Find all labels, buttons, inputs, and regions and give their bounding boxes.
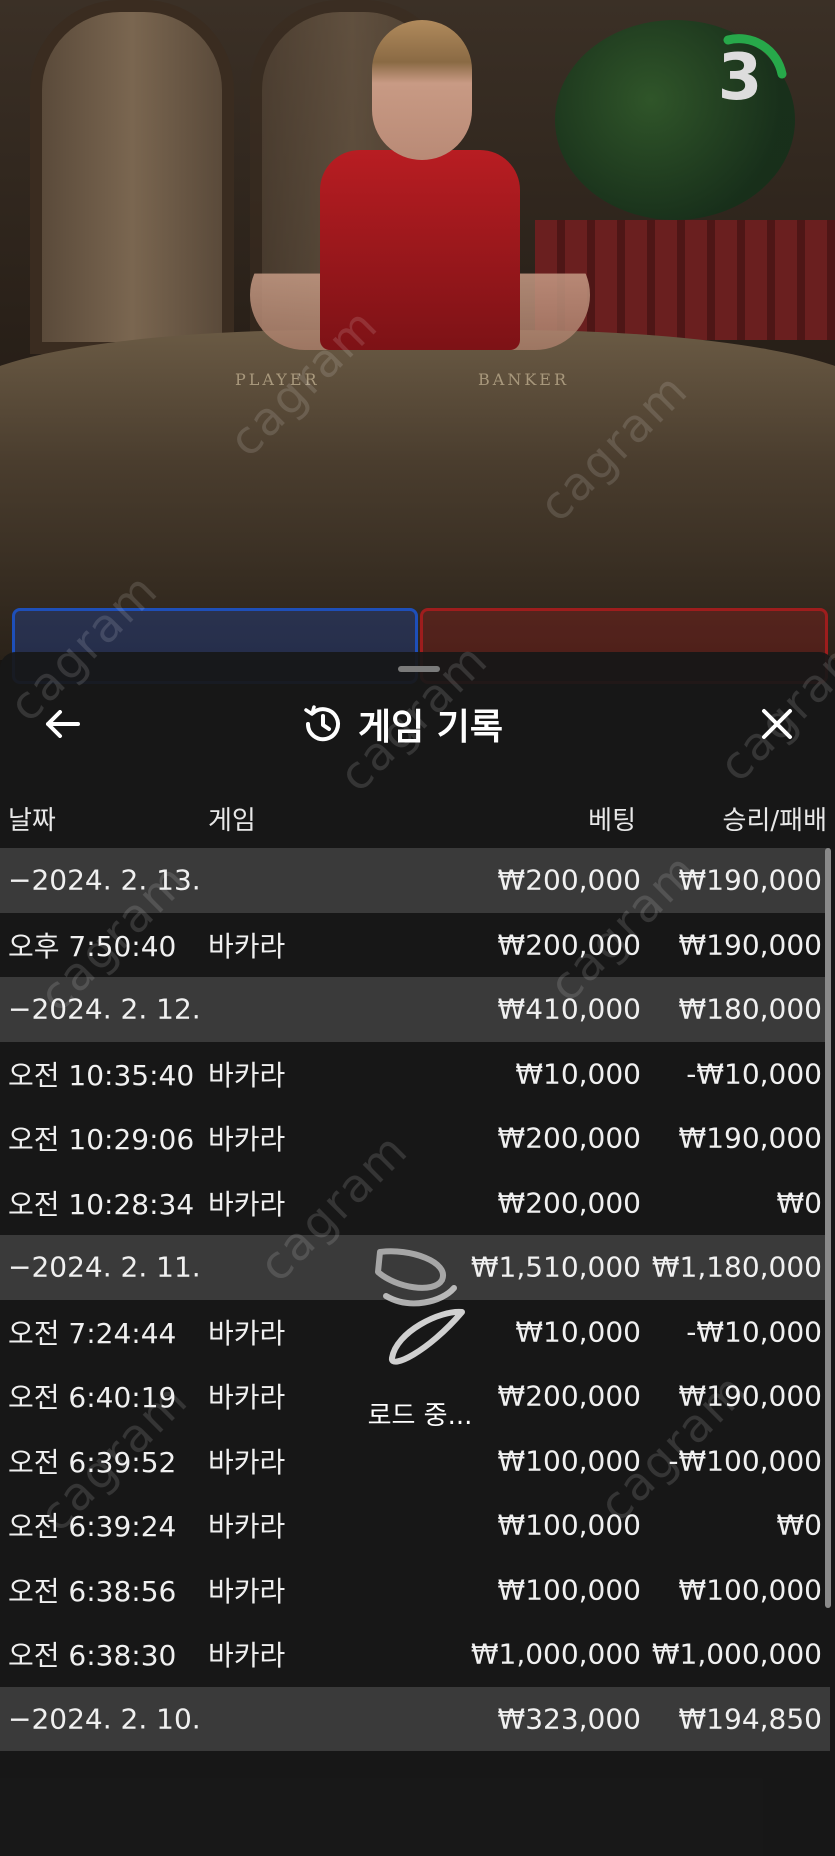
row-winloss: ₩190,000 — [678, 1121, 822, 1155]
history-date-group-row[interactable]: −2024. 2. 13. ₩200,000 ₩190,000 — [0, 848, 830, 913]
loading-label: 로드 중... — [367, 1401, 473, 1431]
row-winloss: ₩194,850 — [678, 1702, 822, 1736]
row-winloss: -₩100,000 — [668, 1444, 822, 1478]
row-bet: ₩200,000 — [497, 928, 641, 962]
row-game: 바카라 — [208, 1316, 286, 1350]
round-timer: 3 — [690, 28, 790, 128]
history-row[interactable]: 오전 6:39:52 바카라 ₩100,000 -₩100,000 — [0, 1429, 830, 1494]
row-time: 오전 6:38:56 — [8, 1574, 177, 1608]
row-time: 오전 6:39:52 — [8, 1445, 177, 1479]
row-bet: ₩10,000 — [515, 1057, 641, 1091]
row-bet: ₩200,000 — [497, 1121, 641, 1155]
history-row[interactable]: 오전 6:38:30 바카라 ₩1,000,000 ₩1,000,000 — [0, 1622, 830, 1687]
row-bet: ₩100,000 — [497, 1508, 641, 1542]
spinner-icon — [375, 1248, 465, 1365]
column-winloss: 승리/패배 — [722, 806, 827, 836]
history-date-group-row[interactable]: −2024. 2. 10. ₩323,000 ₩194,850 — [0, 1686, 830, 1751]
history-row[interactable]: 오전 10:35:40 바카라 ₩10,000 -₩10,000 — [0, 1042, 830, 1107]
row-game: 바카라 — [208, 1639, 286, 1673]
row-bet: ₩100,000 — [497, 1573, 641, 1607]
live-video-background: PLAYER BANKER 3 — [0, 0, 835, 700]
row-time: 오전 10:29:06 — [8, 1123, 195, 1157]
date-group-label: −2024. 2. 13. — [8, 863, 201, 897]
row-bet: ₩200,000 — [497, 863, 641, 897]
row-time: 오전 6:38:30 — [8, 1639, 177, 1673]
row-winloss: ₩190,000 — [678, 1379, 822, 1413]
row-bet: ₩410,000 — [497, 992, 641, 1026]
row-game: 바카라 — [208, 1574, 286, 1608]
history-row[interactable]: 오후 7:50:40 바카라 ₩200,000 ₩190,000 — [0, 913, 830, 978]
row-bet: ₩200,000 — [497, 1186, 641, 1220]
close-button[interactable] — [755, 702, 799, 746]
history-row[interactable]: 오전 6:39:24 바카라 ₩100,000 ₩0 — [0, 1493, 830, 1558]
felt-player-label: PLAYER — [235, 370, 320, 389]
arrow-left-icon — [46, 710, 80, 738]
date-group-label: −2024. 2. 11. — [8, 1250, 201, 1284]
row-bet: ₩200,000 — [497, 1379, 641, 1413]
row-time: 오전 10:28:34 — [8, 1187, 195, 1221]
row-winloss: ₩100,000 — [678, 1573, 822, 1607]
sheet-header: 게임 기록 — [0, 692, 835, 756]
history-row[interactable]: 오전 6:38:56 바카라 ₩100,000 ₩100,000 — [0, 1558, 830, 1623]
row-time: 오전 10:35:40 — [8, 1058, 195, 1092]
column-game: 게임 — [208, 806, 256, 836]
row-game: 바카라 — [208, 929, 286, 963]
history-row[interactable]: 오전 10:28:34 바카라 ₩200,000 ₩0 — [0, 1171, 830, 1236]
row-bet: ₩1,000,000 — [470, 1637, 641, 1671]
row-game: 바카라 — [208, 1445, 286, 1479]
history-row[interactable]: 오전 10:29:06 바카라 ₩200,000 ₩190,000 — [0, 1106, 830, 1171]
sheet-drag-handle[interactable] — [398, 666, 440, 672]
sheet-title-group: 게임 기록 — [300, 702, 503, 748]
column-date: 날짜 — [8, 806, 56, 836]
row-winloss: ₩0 — [776, 1186, 823, 1220]
dealer-head — [372, 20, 472, 160]
row-winloss: -₩10,000 — [686, 1057, 822, 1091]
row-winloss: ₩190,000 — [678, 928, 822, 962]
row-winloss: ₩190,000 — [678, 863, 822, 897]
sheet-title: 게임 기록 — [358, 707, 504, 748]
row-bet: ₩100,000 — [497, 1444, 641, 1478]
close-icon — [762, 709, 792, 739]
row-bet: ₩1,510,000 — [470, 1250, 641, 1284]
row-game: 바카라 — [208, 1058, 286, 1092]
date-group-label: −2024. 2. 10. — [8, 1702, 201, 1736]
history-scrollbar[interactable] — [825, 848, 831, 1608]
back-button[interactable] — [40, 702, 84, 746]
row-game: 바카라 — [208, 1187, 286, 1221]
row-bet: ₩10,000 — [515, 1315, 641, 1349]
row-winloss: -₩10,000 — [686, 1315, 822, 1349]
row-time: 오전 7:24:44 — [8, 1316, 177, 1350]
dealer-body — [320, 150, 520, 350]
loading-indicator: 로드 중... — [350, 1240, 490, 1431]
history-column-headers: 날짜 게임 베팅 승리/패배 — [0, 800, 835, 840]
row-game: 바카라 — [208, 1381, 286, 1415]
history-date-group-row[interactable]: −2024. 2. 12. ₩410,000 ₩180,000 — [0, 977, 830, 1042]
row-game: 바카라 — [208, 1510, 286, 1544]
history-icon — [304, 705, 340, 742]
row-time: 오전 6:40:19 — [8, 1381, 177, 1415]
date-group-label: −2024. 2. 12. — [8, 992, 201, 1026]
row-time: 오전 6:39:24 — [8, 1510, 177, 1544]
row-bet: ₩323,000 — [497, 1702, 641, 1736]
row-winloss: ₩1,180,000 — [651, 1250, 822, 1284]
column-bet: 베팅 — [588, 806, 636, 836]
background-arch — [30, 0, 234, 354]
row-winloss: ₩180,000 — [678, 992, 822, 1026]
row-winloss: ₩1,000,000 — [651, 1637, 822, 1671]
felt-banker-label: BANKER — [478, 370, 569, 389]
row-game: 바카라 — [208, 1123, 286, 1157]
row-winloss: ₩0 — [776, 1508, 823, 1542]
row-time: 오후 7:50:40 — [8, 929, 177, 963]
timer-countdown: 3 — [717, 41, 763, 115]
